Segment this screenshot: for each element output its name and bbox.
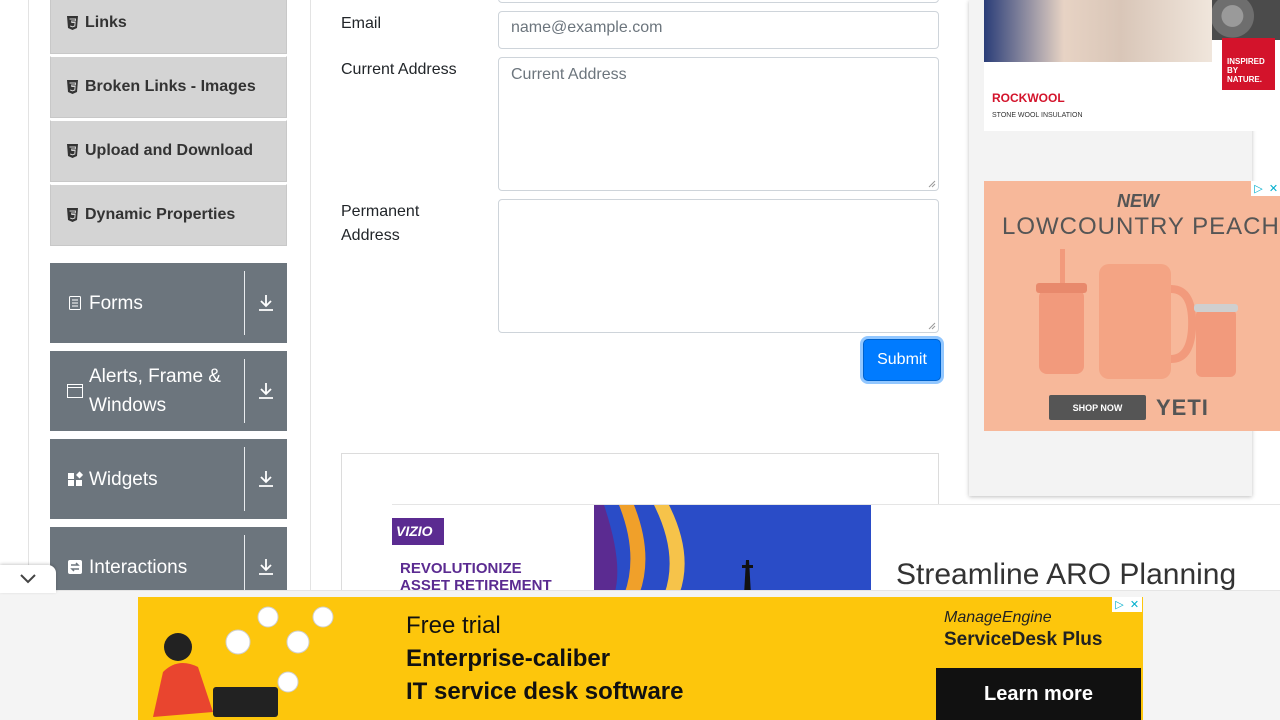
permanent-address-label-line1: Permanent [341,203,420,220]
sidebar-item-label: Dynamic Properties [85,206,236,223]
sidebar-group-label: Widgets [89,468,158,490]
download-icon[interactable] [258,294,274,312]
yeti-products [1036,249,1238,379]
sidebar-item-broken-links[interactable]: Broken Links - Images [50,56,287,118]
yeti-shop-now-button[interactable]: SHOP NOW [1049,395,1146,420]
rockwool-badge: INSPIRED BY NATURE. [1222,38,1275,90]
rockwool-ad[interactable]: INSPIRED BY NATURE. ROCKWOOL STONE WOOL … [984,0,1280,131]
widgets-icon [68,471,83,486]
vizio-logo: VIZIO [392,518,444,545]
rockwool-brand: ROCKWOOL [992,91,1065,105]
badge-line3: NATURE. [1227,75,1262,84]
sidebar-border-left [28,0,29,590]
resize-handle-icon[interactable] [928,322,936,330]
rockwool-stones [1212,0,1280,40]
learn-more-button[interactable]: Learn more [936,668,1141,720]
resize-handle-icon[interactable] [928,180,936,188]
ad-line3: IT service desk software [406,678,684,705]
vizio-headline: REVOLUTIONIZE ASSET RETIREMENT [400,560,585,594]
yeti-title: LOWCOUNTRY PEACH [1002,213,1280,240]
adchoices-icon[interactable]: ▷ [1251,181,1266,196]
email-label: Email [341,15,382,32]
sidebar-group-forms[interactable]: Forms [50,263,287,343]
sidebar-item-label: Links [85,14,127,31]
interactions-icon [68,560,82,574]
html5-icon [67,208,78,222]
sidebar-item-links[interactable]: Links [50,0,287,54]
vizio-ad-title: Streamline ARO Planning [896,558,1237,591]
sidebar-item-label: Broken Links - Images [85,78,256,95]
email-field[interactable]: name@example.com [498,11,939,49]
submit-button[interactable]: Submit [863,339,941,381]
sidebar-group-alerts[interactable]: Alerts, Frame & Windows [50,351,287,431]
current-address-label: Current Address [341,61,457,78]
adchoices-icon[interactable]: ▷ [1112,597,1127,612]
sidebar-group-label: Alerts, Frame & Windows [89,366,221,416]
ad-close-icon[interactable]: ✕ [1266,181,1280,196]
form-icon [69,296,81,310]
ad-illustration [153,606,334,717]
rockwool-photo [984,0,1212,62]
sidebar-border-right [310,0,311,590]
yeti-new: NEW [1117,191,1159,211]
yeti-ad[interactable]: NEW LOWCOUNTRY PEACH SHOP NOW YETI [984,181,1280,431]
sidebar-item-label: Upload and Download [85,142,253,159]
sidebar-group-label: Interactions [89,556,188,578]
html5-icon [67,144,78,158]
badge-line1: INSPIRED [1227,57,1265,66]
collapse-ad-button[interactable] [0,565,56,593]
current-address-field[interactable]: Current Address [498,57,939,191]
download-icon[interactable] [258,558,274,576]
badge-line2: BY [1227,66,1239,75]
html5-icon [67,16,78,30]
manageengine-logo: ManageEngine [944,609,1052,626]
sidebar-item-dynamic-properties[interactable]: Dynamic Properties [50,184,287,246]
window-icon [67,384,83,398]
download-icon[interactable] [258,382,274,400]
vizio-ad-image [594,505,871,594]
current-address-placeholder: Current Address [511,66,627,83]
ad-headline: Free trial Enterprise-caliber IT service… [406,609,683,708]
vizio-ad[interactable]: VIZIO REVOLUTIONIZE ASSET RETIREMENT Str… [392,504,1280,594]
vizio-headline-line1: REVOLUTIONIZE [400,560,522,577]
ad-close-icon[interactable]: ✕ [1127,597,1142,612]
sidebar-item-upload-download[interactable]: Upload and Download [50,120,287,182]
ad-line2: Enterprise-caliber [406,645,611,672]
manageengine-ad[interactable]: Free trial Enterprise-caliber IT service… [138,597,1143,720]
yeti-logo: YETI [1156,395,1209,420]
permanent-address-field[interactable] [498,199,939,333]
rockwool-tagline: STONE WOOL INSULATION [992,112,1083,119]
sidebar-group-widgets[interactable]: Widgets [50,439,287,519]
download-icon[interactable] [258,470,274,488]
permanent-address-label-line2: Address [341,227,400,244]
servicedesk-logo: ServiceDesk Plus [944,629,1103,650]
permanent-address-label: Permanent Address [341,200,419,248]
html5-icon [67,80,78,94]
ad-line1: Free trial [406,612,501,639]
page: Links Broken Links - Images Upload and D… [0,0,1280,720]
sidebar-group-label: Forms [89,292,143,314]
name-field[interactable] [498,0,939,3]
chevron-down-icon [20,574,36,584]
